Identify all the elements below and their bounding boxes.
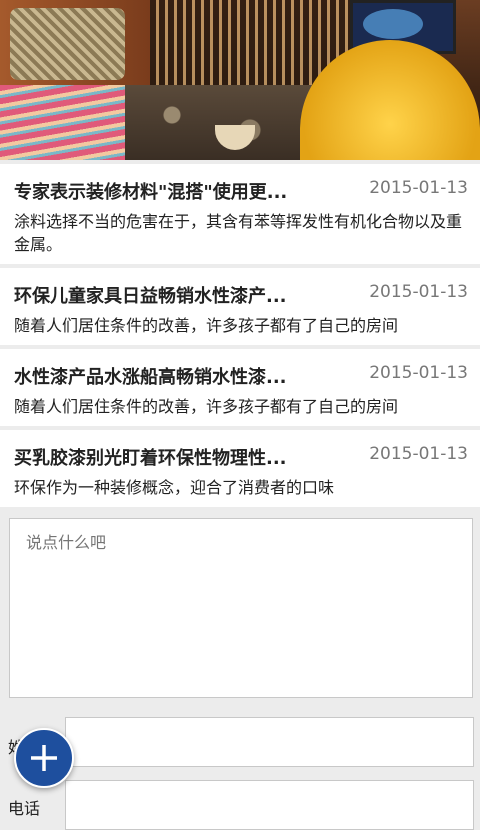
news-title: 买乳胶漆别光盯着环保性物理性...: [14, 448, 287, 469]
news-summary: 涂料选择不当的危害在于，其含有苯等挥发性有机化合物以及重金属。: [14, 212, 463, 254]
comment-input[interactable]: [9, 518, 473, 698]
news-date: 2015-01-13: [369, 178, 468, 198]
news-item[interactable]: 水性漆产品水涨船高畅销水性漆... 2015-01-13 随着人们居住条件的改善…: [0, 349, 480, 426]
name-field[interactable]: [65, 717, 474, 767]
news-summary: 随着人们居住条件的改善，许多孩子都有了自己的房间: [14, 397, 399, 416]
news-list: 专家表示装修材料"混搭"使用更... 2015-01-13 涂料选择不当的危害在…: [0, 160, 480, 507]
news-item[interactable]: 买乳胶漆别光盯着环保性物理性... 2015-01-13 环保作为一种装修概念，…: [0, 430, 480, 507]
news-summary: 环保作为一种装修概念，迎合了消费者的口味: [14, 478, 335, 497]
news-summary: 随着人们居住条件的改善，许多孩子都有了自己的房间: [14, 316, 399, 335]
news-title: 专家表示装修材料"混搭"使用更...: [14, 182, 288, 203]
news-date: 2015-01-13: [369, 444, 468, 464]
news-date: 2015-01-13: [369, 282, 468, 302]
phone-label: 电话: [8, 799, 41, 818]
news-item[interactable]: 专家表示装修材料"混搭"使用更... 2015-01-13 涂料选择不当的危害在…: [0, 164, 480, 264]
add-button[interactable]: [14, 728, 74, 788]
news-item[interactable]: 环保儿童家具日益畅销水性漆产... 2015-01-13 随着人们居住条件的改善…: [0, 268, 480, 345]
plus-icon: [31, 745, 57, 771]
news-title: 水性漆产品水涨船高畅销水性漆...: [14, 367, 287, 388]
cushion: [0, 85, 125, 160]
news-title: 环保儿童家具日益畅销水性漆产...: [14, 286, 287, 307]
phone-field[interactable]: [65, 780, 474, 830]
basket: [10, 8, 125, 80]
hero-image: [0, 0, 480, 160]
news-date: 2015-01-13: [369, 363, 468, 383]
